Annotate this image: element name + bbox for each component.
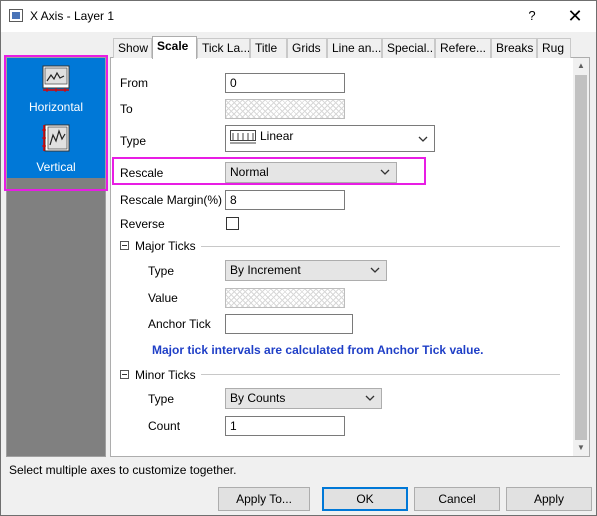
minor-ticks-header: Minor Ticks: [135, 368, 196, 382]
from-input[interactable]: 0: [225, 73, 345, 93]
minor-count-label: Count: [148, 419, 181, 433]
to-label: To: [120, 102, 133, 116]
collapse-major-ticks-icon[interactable]: [120, 241, 129, 250]
collapse-minor-ticks-icon[interactable]: [120, 370, 129, 379]
apply-button[interactable]: Apply: [506, 487, 592, 511]
help-button[interactable]: ?: [521, 5, 543, 27]
tab-grids[interactable]: Grids: [287, 38, 327, 58]
axis-item-label: Horizontal: [28, 100, 84, 114]
scroll-up-icon[interactable]: ▲: [573, 58, 589, 74]
tab-show[interactable]: Show: [113, 38, 152, 58]
tab-scale[interactable]: Scale: [152, 36, 197, 59]
close-button[interactable]: ✕: [561, 5, 589, 27]
minor-type-select[interactable]: By Counts: [225, 388, 382, 409]
tab-breaks[interactable]: Breaks: [491, 38, 537, 58]
scroll-down-icon[interactable]: ▼: [573, 440, 589, 456]
tab-line-and-ticks[interactable]: Line an...: [327, 38, 382, 58]
major-type-label: Type: [148, 264, 175, 278]
major-ticks-header: Major Ticks: [135, 239, 196, 253]
reverse-checkbox[interactable]: [226, 217, 239, 230]
rescale-margin-label: Rescale Margin(%): [120, 193, 223, 207]
from-label: From: [120, 76, 148, 90]
chevron-down-icon: [418, 136, 428, 142]
chevron-down-icon: [380, 169, 390, 175]
minor-ticks-divider: [201, 374, 560, 375]
scale-type-select[interactable]: Linear: [225, 125, 435, 152]
tab-rug[interactable]: Rug: [537, 38, 571, 58]
scale-type-value: Linear: [260, 129, 294, 143]
title-bar: X Axis - Layer 1 ? ✕: [1, 1, 596, 32]
axis-item-horizontal[interactable]: Horizontal: [7, 58, 105, 118]
vertical-scrollbar[interactable]: ▲ ▼: [573, 58, 589, 456]
rescale-value: Normal: [230, 165, 269, 179]
window-title: X Axis - Layer 1: [30, 9, 115, 23]
major-type-value: By Increment: [230, 263, 301, 277]
app-window-icon: [9, 9, 23, 22]
major-value-input[interactable]: [225, 288, 345, 308]
rescale-label: Rescale: [120, 166, 164, 180]
tab-reference-lines[interactable]: Refere...: [435, 38, 491, 58]
anchor-tick-input[interactable]: [225, 314, 353, 334]
to-input[interactable]: [225, 99, 345, 119]
anchor-tick-label: Anchor Tick: [148, 317, 211, 331]
status-text: Select multiple axes to customize togeth…: [9, 463, 237, 477]
rescale-margin-input[interactable]: 8: [225, 190, 345, 210]
tab-title[interactable]: Title: [250, 38, 287, 58]
axis-item-vertical[interactable]: Vertical: [7, 118, 105, 178]
major-type-select[interactable]: By Increment: [225, 260, 387, 281]
ok-button[interactable]: OK: [322, 487, 408, 511]
cancel-button[interactable]: Cancel: [414, 487, 500, 511]
scroll-thumb[interactable]: [575, 75, 587, 440]
minor-type-label: Type: [148, 392, 175, 406]
rescale-select[interactable]: Normal: [225, 162, 397, 183]
axis-item-label: Vertical: [36, 160, 76, 174]
reverse-label: Reverse: [120, 217, 165, 231]
anchor-tick-info: Major tick intervals are calculated from…: [152, 343, 484, 357]
tab-special-ticks[interactable]: Special...: [382, 38, 435, 58]
axis-list-panel: Horizontal Vertical: [6, 57, 106, 457]
linear-scale-icon: [230, 130, 256, 144]
major-ticks-divider: [201, 246, 560, 247]
vertical-axis-icon: [42, 124, 70, 152]
minor-type-value: By Counts: [230, 391, 286, 405]
chevron-down-icon: [370, 267, 380, 273]
apply-to-button[interactable]: Apply To...: [218, 487, 310, 511]
chevron-down-icon: [365, 395, 375, 401]
major-value-label: Value: [148, 291, 178, 305]
minor-count-input[interactable]: 1: [225, 416, 345, 436]
scale-type-label: Type: [120, 134, 147, 148]
horizontal-axis-icon: [42, 65, 70, 92]
dialog-window: X Axis - Layer 1 ? ✕ Horizontal Vertical…: [0, 0, 597, 516]
tab-tick-labels[interactable]: Tick La...: [197, 38, 250, 58]
